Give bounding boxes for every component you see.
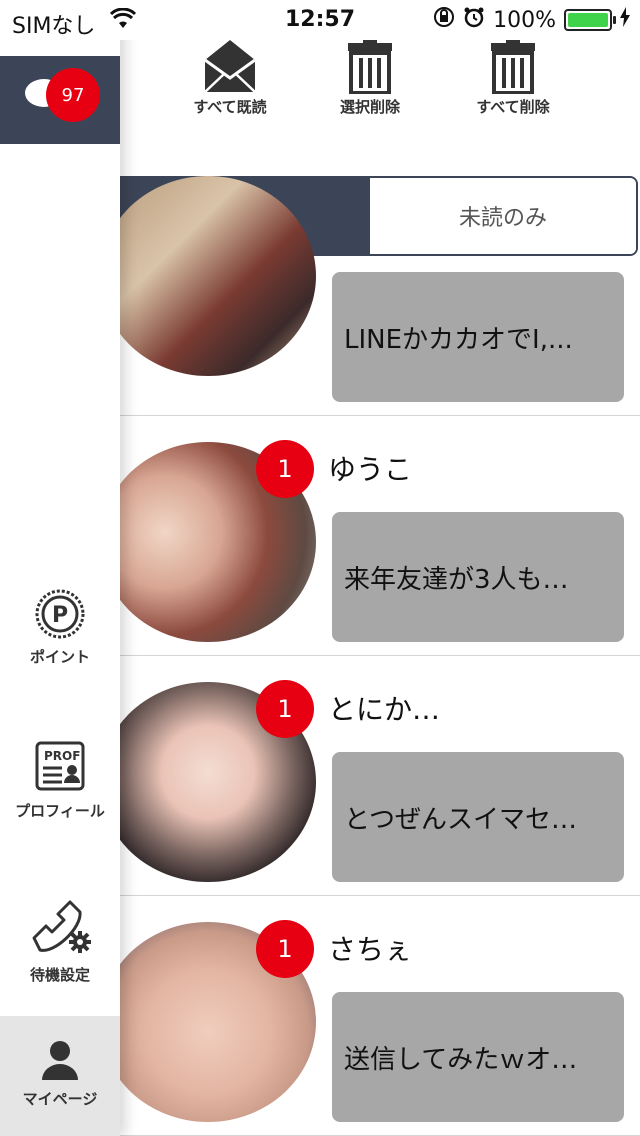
message-inbox: すべて既読 選択削除 すべて削除 未読のみ LINEかカカオでI,... 1 ゆ… <box>100 0 640 1136</box>
sidebar-item-label: 待機設定 <box>29 966 90 984</box>
user-icon <box>42 1041 78 1080</box>
unread-badge: 1 <box>256 440 314 498</box>
charging-icon <box>620 7 630 33</box>
sidebar-item-label: ポイント <box>29 648 90 666</box>
unread-count-badge: 97 <box>46 68 100 122</box>
svg-text:P: P <box>52 603 68 628</box>
battery-icon <box>564 9 616 31</box>
message-preview: 送信してみたｗオ… <box>332 992 624 1122</box>
sender-name: ゆうこ <box>328 453 413 486</box>
toolbar: すべて既読 選択削除 すべて削除 <box>120 36 640 136</box>
alarm-icon <box>463 6 485 34</box>
open-envelope-icon <box>204 40 256 93</box>
status-bar: SIMなし 12:57 100% <box>0 0 640 40</box>
sidebar-item-label: プロフィール <box>15 802 105 820</box>
trash-icon <box>348 38 392 94</box>
rotation-lock-icon <box>433 6 455 34</box>
avatar <box>100 176 316 376</box>
mark-all-read-button[interactable]: すべて既読 <box>170 36 290 117</box>
message-preview: 来年友達が3人も… <box>332 512 624 642</box>
phone-settings-icon <box>32 900 91 953</box>
svg-text:PROF: PROF <box>44 749 80 763</box>
sidebar-item-standby-settings[interactable]: 待機設定 <box>0 898 120 985</box>
delete-selected-button[interactable]: 選択削除 <box>310 36 430 117</box>
message-preview: とつぜんスイマセ… <box>332 752 624 882</box>
toolbar-label: すべて既読 <box>193 98 267 116</box>
sidebar-item-mypage[interactable]: マイページ <box>0 1016 120 1136</box>
battery-percent: 100% <box>493 7 556 33</box>
message-preview: LINEかカカオでI,... <box>332 272 624 402</box>
sender-name: さちぇ <box>328 933 413 966</box>
toolbar-label: 選択削除 <box>339 98 400 116</box>
side-menu: 97 P ポイント PROF プロフィール 待機設定 マイページ <box>0 0 120 1136</box>
delete-all-button[interactable]: すべて削除 <box>453 36 573 117</box>
messages-menu-item[interactable]: 97 <box>0 56 120 144</box>
profile-card-icon: PROF <box>35 741 85 791</box>
sidebar-item-points[interactable]: P ポイント <box>0 588 120 667</box>
list-item[interactable]: 1 さちぇ 送信してみたｗオ… <box>100 896 640 1136</box>
sidebar-item-profile[interactable]: PROF プロフィール <box>0 738 120 821</box>
list-item[interactable]: 1 ゆうこ 来年友達が3人も… <box>100 416 640 656</box>
trash-icon <box>491 38 535 94</box>
unread-badge: 1 <box>256 680 314 738</box>
points-icon: P <box>35 589 85 639</box>
sender-name: とにか… <box>328 693 441 726</box>
unread-badge: 1 <box>256 920 314 978</box>
sidebar-item-label: マイページ <box>22 1090 98 1108</box>
toolbar-label: すべて削除 <box>476 98 550 116</box>
list-item[interactable]: LINEかカカオでI,... <box>100 176 640 416</box>
list-item[interactable]: 1 とにか… とつぜんスイマセ… <box>100 656 640 896</box>
